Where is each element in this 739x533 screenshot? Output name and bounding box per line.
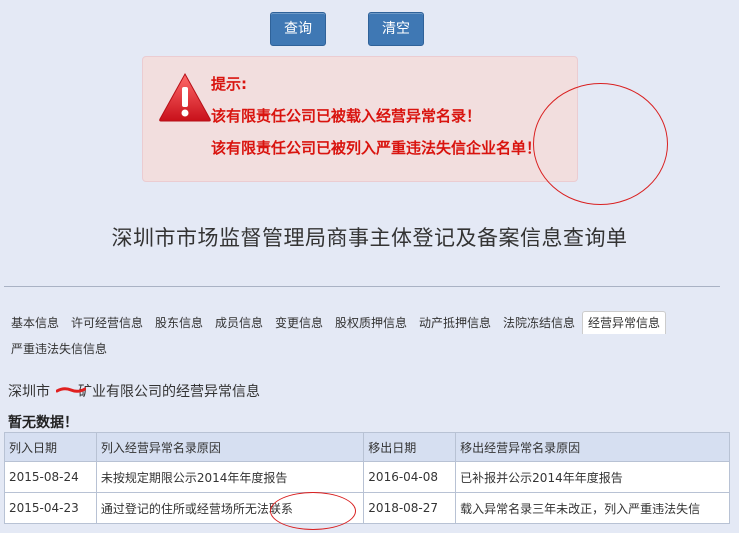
tab-chattel-mortgage-info[interactable]: 动产抵押信息 (414, 312, 496, 334)
alert-message-blacklist: 该有限责任公司已被列入严重违法失信企业名单！ (211, 139, 542, 157)
column-header: 移出日期 (363, 432, 457, 462)
table-cell: 载入异常名录三年未改正，列入严重违法失信 (455, 492, 730, 524)
page-title: 深圳市市场监督管理局商事主体登记及备案信息查询单 (111, 226, 628, 250)
column-header: 列入日期 (4, 432, 97, 462)
tab-change-info[interactable]: 变更信息 (270, 312, 328, 334)
abnormal-operation-table: 列入日期 列入经营异常名录原因 移出日期 移出经营异常名录原因 2015-08-… (4, 432, 730, 524)
tab-basic-info[interactable]: 基本信息 (6, 312, 64, 334)
warning-icon (159, 72, 211, 122)
tab-court-freeze-info[interactable]: 法院冻结信息 (498, 312, 580, 334)
tab-abnormal-operation-info[interactable]: 经营异常信息 (582, 311, 667, 334)
divider (4, 286, 720, 287)
no-data-label: 暂无数据！ (8, 415, 78, 431)
table-cell: 2015-04-23 (4, 492, 97, 524)
clear-button[interactable]: 清空 (368, 12, 424, 46)
section-title-prefix: 深圳市 (8, 384, 50, 400)
column-header: 列入经营异常名录原因 (95, 432, 365, 462)
table-cell: 通过登记的住所或经营场所无法联系 (95, 492, 365, 524)
tab-shareholder-info[interactable]: 股东信息 (150, 312, 208, 334)
alert-message-abnormal: 该有限责任公司已被载入经营异常名录！ (211, 107, 482, 125)
column-header: 移出经营异常名录原因 (455, 432, 730, 462)
alert-title: 提示: (211, 75, 247, 93)
table-cell: 2016-04-08 (363, 461, 457, 493)
tab-license-info[interactable]: 许可经营信息 (66, 312, 148, 334)
tab-member-info[interactable]: 成员信息 (210, 312, 268, 334)
tab-equity-pledge-info[interactable]: 股权质押信息 (330, 312, 412, 334)
section-title: 深圳市 矿业有限公司的经营异常信息 (8, 381, 260, 401)
table-cell: 2015-08-24 (4, 461, 97, 493)
warning-alert: 提示: 该有限责任公司已被载入经营异常名录！ 该有限责任公司已被列入严重违法失信… (142, 56, 578, 182)
table-cell: 未按规定期限公示2014年年度报告 (95, 461, 365, 493)
table-row: 2015-04-23 通过登记的住所或经营场所无法联系 2018-08-27 载… (4, 492, 730, 524)
section-title-suffix: 矿业有限公司的经营异常信息 (78, 384, 260, 400)
table-row: 2015-08-24 未按规定期限公示2014年年度报告 2016-04-08 … (4, 461, 730, 493)
table-cell: 2018-08-27 (363, 492, 457, 524)
query-button[interactable]: 查询 (270, 12, 326, 46)
tab-serious-violation-info[interactable]: 严重违法失信信息 (6, 338, 112, 360)
redaction-scribble (56, 387, 86, 393)
table-cell: 已补报并公示2014年年度报告 (455, 461, 730, 493)
table-header-row: 列入日期 列入经营异常名录原因 移出日期 移出经营异常名录原因 (4, 432, 730, 462)
